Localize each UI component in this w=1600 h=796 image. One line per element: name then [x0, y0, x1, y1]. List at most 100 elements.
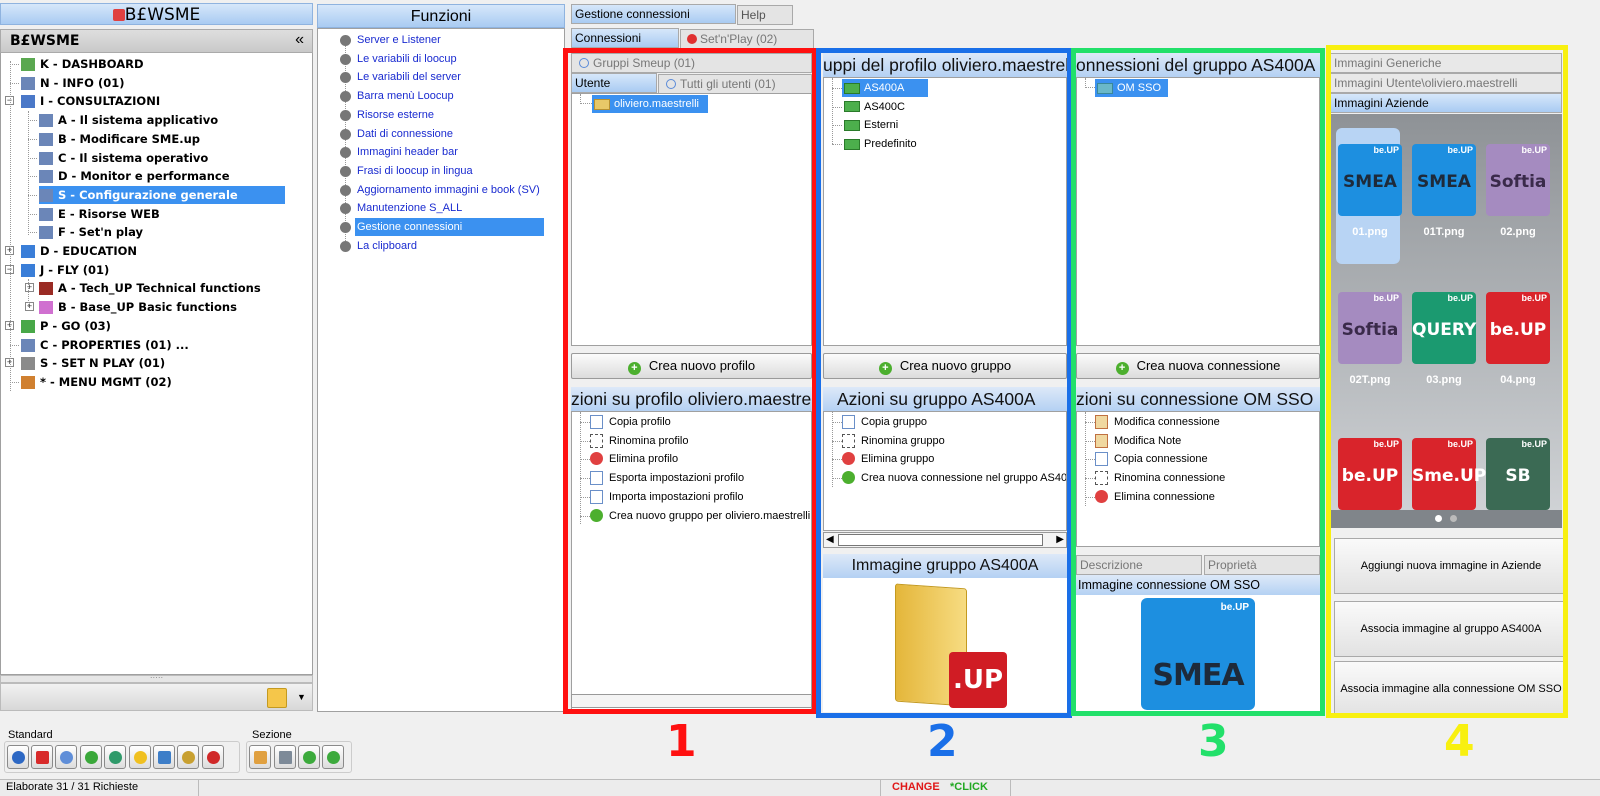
tree-item[interactable]: N - INFO (01) — [21, 74, 124, 92]
splitter[interactable]: ····· — [0, 674, 313, 683]
funzione-item[interactable]: Risorse esterne — [355, 106, 434, 124]
tree-item-label: E - Risorse WEB — [58, 206, 160, 221]
funzione-item[interactable]: Aggiornamento immagini e book (SV) — [355, 181, 540, 199]
app-logo-icon — [112, 9, 125, 21]
app-title: B£WSME — [124, 5, 201, 25]
red-dot-icon — [687, 34, 697, 44]
tree-item[interactable]: D - Monitor e performance — [39, 167, 230, 185]
funzione-label: La clipboard — [357, 239, 417, 252]
tree-node-icon — [21, 357, 35, 371]
tree-node-icon — [21, 76, 35, 90]
funzione-label: Server e Listener — [357, 34, 441, 46]
funzione-item[interactable]: La clipboard — [355, 237, 417, 255]
tree-item-label: D - EDUCATION — [40, 244, 138, 258]
funzione-item[interactable]: Barra menù Loocup — [355, 87, 454, 105]
tab-setnplay[interactable]: Set'n'Play (02) — [680, 29, 814, 49]
tree-item[interactable]: C - Il sistema operativo — [39, 149, 208, 167]
frame-2 — [816, 48, 1072, 718]
stop-icon[interactable] — [202, 745, 224, 769]
tree-item[interactable]: B - Base_UP Basic functions — [39, 298, 237, 316]
bullet-icon — [340, 184, 351, 196]
tree-item-label: A - Il sistema applicativo — [58, 113, 219, 128]
tree-h-line — [28, 138, 37, 140]
search-icon[interactable] — [55, 745, 77, 769]
tree-item-label: P - GO (03) — [40, 318, 111, 333]
funzione-item[interactable]: Server e Listener — [355, 31, 441, 49]
tab-connessioni[interactable]: Connessioni — [571, 28, 679, 48]
tree-node-icon — [21, 375, 35, 389]
tree-item-label: D - Monitor e performance — [58, 169, 230, 184]
funzione-item[interactable]: Immagini header bar — [355, 143, 458, 161]
close-icon[interactable] — [31, 745, 53, 769]
tree-item[interactable]: K - DASHBOARD — [21, 55, 144, 73]
tree-h-line — [10, 82, 19, 84]
tree-node-icon — [39, 301, 53, 315]
bullet-icon — [340, 147, 351, 159]
tree-item-label: I - CONSULTAZIONI — [40, 94, 161, 109]
bullet-icon — [340, 203, 351, 215]
tree-v-line — [345, 35, 346, 247]
tree-item[interactable]: B - Modificare SME.up — [39, 130, 200, 148]
tree-item[interactable]: S - SET N PLAY (01) — [21, 354, 165, 372]
tree-item[interactable]: C - PROPERTIES (01) ... — [21, 336, 189, 354]
tree-item[interactable]: A - Il sistema applicativo — [39, 111, 218, 129]
star-icon[interactable] — [129, 745, 151, 769]
bullet-icon — [340, 165, 351, 177]
bullet-icon — [340, 35, 351, 46]
funzione-label: Manutenzione S_ALL — [357, 202, 463, 215]
tree-h-line — [28, 232, 37, 234]
clipboard-icon[interactable] — [267, 688, 287, 708]
tree-item[interactable]: S - Configurazione generale — [39, 185, 285, 204]
tree-item[interactable]: P - GO (03) — [21, 317, 111, 335]
undo-icon[interactable] — [104, 745, 126, 769]
tree-item[interactable]: J - FLY (01) — [21, 261, 109, 279]
edit-icon[interactable] — [249, 745, 271, 769]
funzione-item[interactable]: Le variabili del server — [355, 68, 461, 86]
status-divider — [1010, 780, 1011, 796]
tree-v-line — [10, 61, 11, 391]
toolbar-sezione-label: Sezione — [252, 729, 292, 741]
tree-item[interactable]: D - EDUCATION — [21, 242, 137, 260]
funzione-label: Immagini header bar — [357, 146, 458, 159]
expand-toggle[interactable]: + — [25, 302, 34, 312]
help-icon[interactable] — [7, 745, 29, 769]
funzioni-list: Server e Listener Le variabili di loocup L… — [317, 28, 565, 712]
tree-node-icon — [39, 207, 53, 221]
tree-v-line — [28, 111, 29, 235]
dropdown-arrow-icon[interactable]: ▼ — [297, 692, 306, 702]
window-icon[interactable] — [274, 745, 296, 769]
wand-icon[interactable] — [177, 745, 199, 769]
tree-item-label: S - Configurazione generale — [58, 187, 238, 202]
funzione-item[interactable]: Le variabili di loocup — [355, 50, 457, 68]
tree-item[interactable]: F - Set'n play — [39, 223, 143, 241]
tab-gestione-connessioni[interactable]: Gestione connessioni — [571, 4, 736, 24]
collapse-button[interactable]: « — [295, 31, 304, 49]
tree-item[interactable]: I - CONSULTAZIONI — [21, 92, 160, 110]
status-click: *CLICK — [950, 781, 988, 793]
funzioni-title: Funzioni — [317, 4, 565, 28]
tree-item[interactable]: * - MENU MGMT (02) — [21, 373, 172, 391]
column-number-3: 3 — [1198, 716, 1229, 767]
arrow-up-icon[interactable] — [298, 745, 320, 769]
funzione-item[interactable]: Dati di connessione — [355, 125, 453, 143]
tree-node-icon — [39, 282, 53, 296]
tree-item-label: N - INFO (01) — [40, 75, 125, 90]
funzione-item[interactable]: Gestione connessioni — [355, 218, 544, 236]
tree-node-icon — [21, 338, 35, 352]
frame-4 — [1326, 45, 1568, 718]
tab-help[interactable]: Help — [737, 5, 793, 25]
save-icon[interactable] — [153, 745, 175, 769]
tree-item[interactable]: E - Risorse WEB — [39, 205, 160, 223]
funzione-item[interactable]: Frasi di loocup in lingua — [355, 162, 473, 180]
tree-node-icon — [21, 263, 35, 277]
expand-toggle[interactable]: + — [25, 283, 34, 293]
funzione-label: Barra menù Loocup — [357, 90, 454, 103]
refresh-icon[interactable] — [80, 745, 102, 769]
app-title-bar: B£WSME — [0, 3, 313, 25]
funzione-label: Gestione connessioni — [357, 221, 463, 233]
funzione-item[interactable]: Manutenzione S_ALL — [355, 199, 462, 217]
navigation-tree: K - DASHBOARD N - INFO (01) − I - CONSULTAZ… — [0, 53, 313, 675]
arrow-down-icon[interactable] — [322, 745, 344, 769]
tree-item-label: F - Set'n play — [58, 225, 144, 240]
tree-item[interactable]: A - Tech_UP Technical functions — [39, 279, 261, 297]
